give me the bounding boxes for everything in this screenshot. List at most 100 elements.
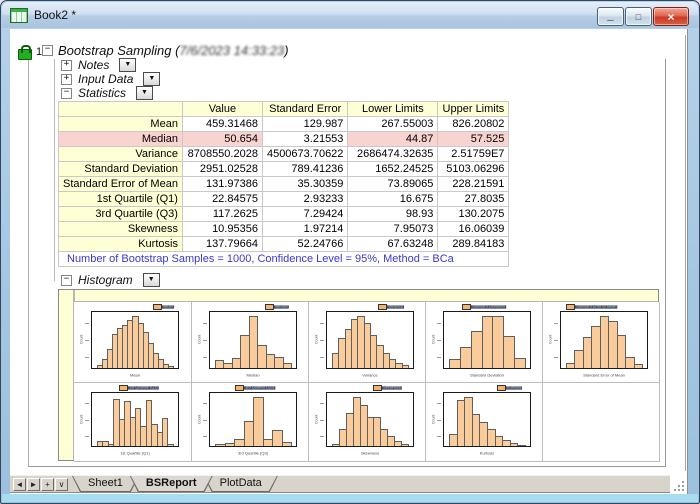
lock-icon xyxy=(18,49,32,60)
title-bar[interactable]: Book2 * ─ □ × xyxy=(2,2,698,28)
table-row: Standard Deviation2951.02528789.41236165… xyxy=(59,162,509,177)
workbook-icon xyxy=(10,8,28,23)
x-axis-label: Mean xyxy=(108,373,163,378)
cell-value: 2.93233 xyxy=(262,192,347,207)
cell-value: 3.21553 xyxy=(262,132,347,147)
histogram-plot[interactable] xyxy=(443,311,531,369)
histogram-plot[interactable] xyxy=(91,392,179,447)
histogram-plot[interactable] xyxy=(209,392,297,447)
chevron-down-icon: ▼ xyxy=(141,89,148,96)
statistics-expander[interactable]: − xyxy=(61,88,72,99)
plot-legend: Standard Deviation xyxy=(462,304,535,310)
legend-swatch xyxy=(373,385,382,391)
plot-legend: Kurtosis xyxy=(497,385,535,391)
row-label: Standard Error of Mean xyxy=(59,177,183,192)
root-expander[interactable]: − xyxy=(42,45,53,56)
y-tick xyxy=(203,323,207,324)
book-window: Book2 * ─ □ × 1 − Bootstrap Sampling (7/… xyxy=(0,0,700,504)
plot-legend: 1st Quartile (Q1) xyxy=(119,385,184,391)
cell-value: 52.24766 xyxy=(262,237,347,252)
legend-swatch xyxy=(378,304,387,310)
window-title: Book2 * xyxy=(34,8,76,22)
sheet-tab-bar: ◄►+∨ Sheet1BSReportPlotData xyxy=(10,475,670,493)
tab-list-button[interactable]: ∨ xyxy=(55,478,68,491)
vertical-scrollbar[interactable] xyxy=(685,35,686,471)
histogram-plot[interactable] xyxy=(443,392,531,447)
maximize-button[interactable]: □ xyxy=(625,7,652,26)
notes-expander[interactable]: + xyxy=(61,60,72,71)
y-tick xyxy=(554,357,558,358)
tab-label: BSReport xyxy=(130,476,213,491)
notes-dropdown-button[interactable]: ▼ xyxy=(119,58,136,72)
input-data-expander[interactable]: + xyxy=(61,74,72,85)
y-tick xyxy=(437,436,441,437)
statistics-header-row: ValueStandard ErrorLower LimitsUpper Lim… xyxy=(59,102,509,117)
close-button[interactable]: × xyxy=(653,7,689,26)
histogram-bar xyxy=(402,365,409,368)
plot-legend: Standard Error of Mean xyxy=(566,304,652,310)
cell-value: 98.93 xyxy=(348,207,438,222)
sheet-tabs: Sheet1BSReportPlotData xyxy=(70,476,278,492)
histogram-plot[interactable] xyxy=(209,311,297,369)
row-label: Kurtosis xyxy=(59,237,183,252)
row-label: 3rd Quartile (Q3) xyxy=(59,207,183,222)
y-tick xyxy=(203,403,207,404)
cell-value: 7.95073 xyxy=(348,222,438,237)
sheet-tab-sheet1[interactable]: Sheet1 xyxy=(72,476,139,492)
histogram-plot[interactable] xyxy=(326,392,414,447)
tab-scroll-right-button[interactable]: ► xyxy=(27,478,40,491)
histogram-plot[interactable] xyxy=(91,311,179,369)
y-tick xyxy=(320,323,324,324)
column-header: Lower Limits xyxy=(348,102,438,117)
table-row: Mean459.31468129.987267.55003826.20802 xyxy=(59,117,509,132)
cell-value: 27.8035 xyxy=(438,192,509,207)
client-area: 1 − Bootstrap Sampling (7/6/2023 14:33:2… xyxy=(10,29,688,496)
row-label: 1st Quartile (Q1) xyxy=(59,192,183,207)
cell-value: 289.84183 xyxy=(438,237,509,252)
y-axis-label: Count xyxy=(315,414,319,423)
histogram-expander[interactable]: − xyxy=(61,275,72,286)
y-tick xyxy=(85,340,89,341)
cell-value: 35.30359 xyxy=(262,177,347,192)
input-data-dropdown-button[interactable]: ▼ xyxy=(143,72,160,86)
histogram-cell-skewness: SkewnessCountSkewness xyxy=(309,383,426,462)
y-axis-label: Count xyxy=(432,335,436,344)
statistics-dropdown-button[interactable]: ▼ xyxy=(136,86,153,100)
minimize-button[interactable]: ─ xyxy=(597,7,624,26)
legend-label: Variance xyxy=(387,305,404,308)
legend-label: Standard Deviation xyxy=(471,305,506,308)
add-sheet-button[interactable]: + xyxy=(41,478,54,491)
section-input-data: + Input Data ▼ xyxy=(61,72,160,86)
x-axis-label: Variance xyxy=(343,373,398,378)
histogram-cell-standard-error-of-mean: Standard Error of MeanCountStandard Erro… xyxy=(543,302,660,383)
window-controls: ─ □ × xyxy=(597,7,689,26)
y-tick xyxy=(85,403,89,404)
legend-swatch xyxy=(265,304,274,310)
table-row: Median50.6543.2155344.8757.525 xyxy=(59,132,509,147)
histogram-dropdown-button[interactable]: ▼ xyxy=(143,273,160,287)
histogram-plot[interactable] xyxy=(560,311,648,369)
table-row: Standard Error of Mean131.9738635.303597… xyxy=(59,177,509,192)
row-label: Median xyxy=(59,132,183,147)
cell-value: 2951.02528 xyxy=(182,162,262,177)
cell-value: 44.87 xyxy=(348,132,438,147)
cell-value: 117.2625 xyxy=(182,207,262,222)
y-axis-label: Count xyxy=(80,335,84,344)
histogram-cell-mean: MeanCountMean xyxy=(74,302,192,383)
cell-value: 67.63248 xyxy=(348,237,438,252)
cell-value: 826.20802 xyxy=(438,117,509,132)
y-tick xyxy=(320,340,324,341)
statistics-label: Statistics xyxy=(78,86,126,100)
resize-grip[interactable] xyxy=(674,481,685,492)
row-label: Standard Deviation xyxy=(59,162,183,177)
legend-swatch xyxy=(566,304,575,310)
cell-value: 2686474.32635 xyxy=(348,147,438,162)
y-tick xyxy=(437,420,441,421)
sheet-tab-bsreport[interactable]: BSReport xyxy=(130,476,213,492)
sheet-tab-plotdata[interactable]: PlotData xyxy=(204,476,278,492)
y-axis-label: Count xyxy=(198,414,202,423)
y-axis-label: Count xyxy=(432,414,436,423)
histogram-grid: MeanCountMeanMedianCountMedianVarianceCo… xyxy=(58,289,659,461)
tab-scroll-left-button[interactable]: ◄ xyxy=(13,478,26,491)
histogram-plot[interactable] xyxy=(326,311,414,369)
